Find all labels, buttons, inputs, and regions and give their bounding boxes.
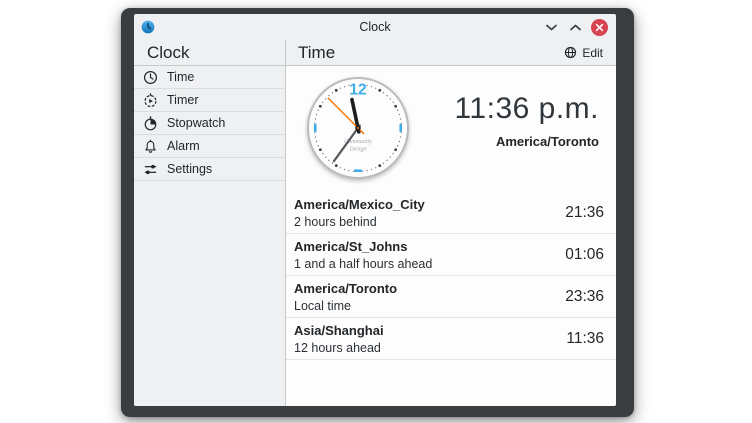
sidebar-item-stopwatch[interactable]: Stopwatch [134,112,285,135]
sidebar: Time Timer Stopwatch [134,66,286,406]
sidebar-item-label: Settings [167,162,212,176]
page-title: Time [298,43,335,63]
timezone-row: Asia/Shanghai 12 hours ahead 11:36 [286,318,616,360]
timezone-name: America/Toronto [294,281,565,296]
sidebar-item-settings[interactable]: Settings [134,158,285,181]
sidebar-item-label: Time [167,70,194,84]
sliders-icon [142,161,158,177]
sidebar-item-label: Alarm [167,139,200,153]
timezone-time: 01:06 [565,246,604,264]
timezone-row: America/Toronto Local time 23:36 [286,276,616,318]
digital-clock: 11:36 p.m. America/Toronto [454,92,599,149]
timezone-offset: 12 hours ahead [294,341,566,355]
minimize-button[interactable] [543,19,559,35]
timezone-time: 23:36 [565,288,604,306]
timezone-name: America/St_Johns [294,239,565,254]
edit-button[interactable]: Edit [561,44,606,62]
timezone-row: America/Mexico_City 2 hours behind 21:36 [286,192,616,234]
sidebar-item-label: Timer [167,93,198,107]
timezone-row: America/St_Johns 1 and a half hours ahea… [286,234,616,276]
sidebar-item-timer[interactable]: Timer [134,89,285,112]
clock-icon [142,69,158,85]
alarm-bell-icon [142,138,158,154]
analog-clock: 12 Community Design [306,76,410,180]
timezone-name: Asia/Shanghai [294,323,566,338]
header-row: Clock Time Edit [134,40,616,66]
window-content: Clock Clock [134,14,616,406]
stopwatch-icon [142,115,158,131]
window-controls [543,19,616,36]
timer-icon [142,92,158,108]
timezone-time: 21:36 [565,204,604,222]
globe-icon [564,46,577,59]
time-page: 12 Community Design [286,66,616,406]
sidebar-item-label: Stopwatch [167,116,225,130]
local-timezone: America/Toronto [454,134,599,149]
close-button[interactable] [591,19,608,36]
sidebar-header: Clock [134,40,286,65]
timezone-offset: 1 and a half hours ahead [294,257,565,271]
timezone-offset: Local time [294,299,565,313]
clock-numeral-12: 12 [349,82,366,99]
desktop: Clock Clock [0,0,752,423]
timezone-offset: 2 hours behind [294,215,565,229]
titlebar[interactable]: Clock [134,14,616,40]
edit-button-label: Edit [582,46,603,60]
maximize-button[interactable] [567,19,583,35]
timezone-name: America/Mexico_City [294,197,565,212]
timezone-list: America/Mexico_City 2 hours behind 21:36… [286,192,616,360]
clock-app-window: Clock Clock [121,8,634,417]
local-time: 11:36 p.m. [454,92,599,127]
page-header: Time Edit [286,40,616,65]
sidebar-item-alarm[interactable]: Alarm [134,135,285,158]
app-body: Time Timer Stopwatch [134,66,616,406]
clock-section: 12 Community Design [286,66,616,192]
sidebar-item-time[interactable]: Time [134,66,285,89]
timezone-time: 11:36 [566,330,604,348]
clock-brand-line2: Design [349,147,367,153]
